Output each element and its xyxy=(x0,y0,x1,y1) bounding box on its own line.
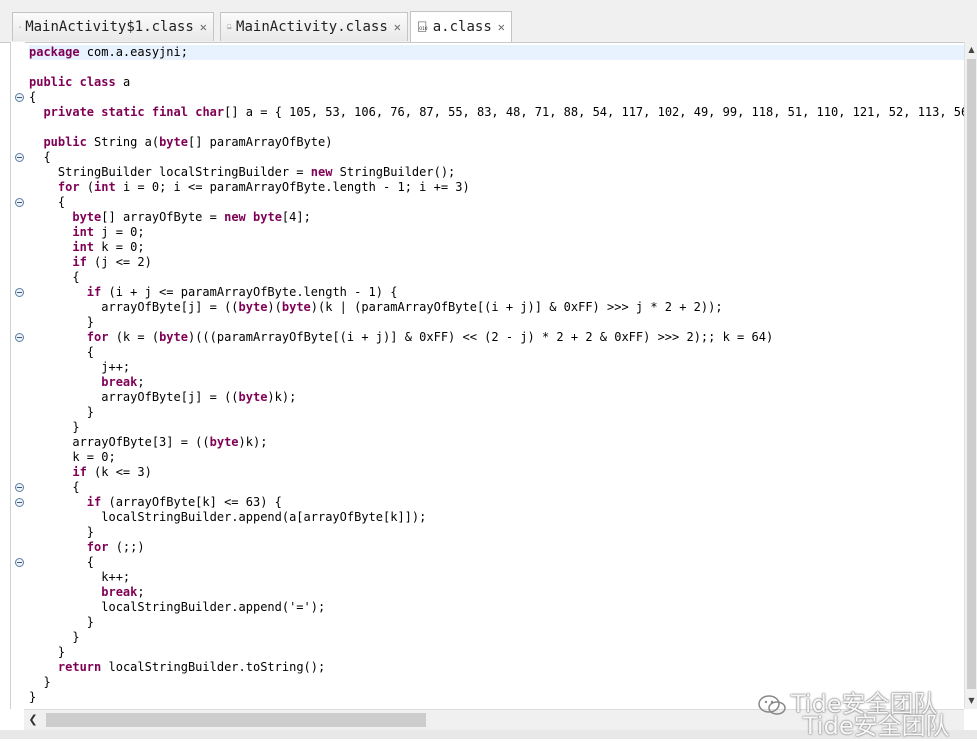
code-line[interactable]: for (k = (byte)(((paramArrayOfByte[(i + … xyxy=(29,330,965,345)
code-editor[interactable]: package com.a.easyjni; public class a{ p… xyxy=(10,42,965,709)
code-line[interactable]: localStringBuilder.append(a[arrayOfByte[… xyxy=(29,510,965,525)
scroll-left-icon[interactable]: ❮ xyxy=(24,710,42,730)
code-line[interactable]: arrayOfByte[j] = ((byte)k); xyxy=(29,390,965,405)
code-line[interactable]: } xyxy=(29,630,965,645)
code-line[interactable]: j++; xyxy=(29,360,965,375)
watermark: Tide安全团队 Tide安全团队 xyxy=(757,684,977,740)
code-line[interactable]: byte[] arrayOfByte = new byte[4]; xyxy=(29,210,965,225)
tab-label: MainActivity$1.class xyxy=(25,19,194,35)
svg-text:010: 010 xyxy=(419,26,428,32)
code-line[interactable]: break; xyxy=(29,585,965,600)
editor-tab-bar: 010 MainActivity$1.class ✕ 010 MainActiv… xyxy=(0,0,977,43)
close-icon[interactable]: ✕ xyxy=(498,20,505,34)
tab-mainactivity1-class[interactable]: 010 MainActivity$1.class ✕ xyxy=(12,12,214,41)
code-line[interactable]: if (arrayOfByte[k] <= 63) { xyxy=(29,495,965,510)
code-line[interactable]: { xyxy=(29,90,965,105)
tab-label: MainActivity.class xyxy=(236,19,388,35)
code-line[interactable]: if (k <= 3) xyxy=(29,465,965,480)
code-line[interactable]: { xyxy=(29,150,965,165)
code-line[interactable]: { xyxy=(29,270,965,285)
class-file-icon: 010 xyxy=(418,21,428,32)
svg-text:010: 010 xyxy=(228,27,232,29)
fold-ruler xyxy=(11,42,25,709)
class-file-icon: 010 xyxy=(227,24,232,29)
code-line[interactable]: } xyxy=(29,525,965,540)
fold-collapse-icon[interactable] xyxy=(15,483,24,492)
code-line[interactable]: { xyxy=(29,195,965,210)
fold-collapse-icon[interactable] xyxy=(15,198,24,207)
wechat-icon xyxy=(758,695,786,715)
watermark-line2: Tide安全团队 xyxy=(803,712,950,740)
class-file-icon: 010 xyxy=(19,25,21,29)
code-line[interactable]: public String a(byte[] paramArrayOfByte) xyxy=(29,135,965,150)
fold-collapse-icon[interactable] xyxy=(15,288,24,297)
code-line[interactable]: { xyxy=(29,555,965,570)
code-line[interactable]: public class a xyxy=(29,75,965,90)
fold-collapse-icon[interactable] xyxy=(15,558,24,567)
code-line[interactable]: } xyxy=(29,420,965,435)
fold-collapse-icon[interactable] xyxy=(15,93,24,102)
code-line[interactable]: for (;;) xyxy=(29,540,965,555)
close-icon[interactable]: ✕ xyxy=(200,20,207,34)
close-icon[interactable]: ✕ xyxy=(394,20,401,34)
code-line[interactable]: break; xyxy=(29,375,965,390)
tab-a-class[interactable]: 010 a.class ✕ xyxy=(410,11,512,42)
code-line[interactable]: private static final char[] a = { 105, 5… xyxy=(29,105,965,120)
fold-collapse-icon[interactable] xyxy=(15,498,24,507)
scroll-thumb[interactable] xyxy=(967,59,976,689)
scroll-thumb-horizontal[interactable] xyxy=(46,713,426,727)
code-line[interactable]: k = 0; xyxy=(29,450,965,465)
scroll-up-icon[interactable]: ▲ xyxy=(965,42,977,58)
fold-collapse-icon[interactable] xyxy=(15,333,24,342)
code-line[interactable]: if (j <= 2) xyxy=(29,255,965,270)
code-line[interactable]: } xyxy=(29,645,965,660)
code-line[interactable]: } xyxy=(29,315,965,330)
code-line[interactable]: int k = 0; xyxy=(29,240,965,255)
fold-collapse-icon[interactable] xyxy=(15,153,24,162)
code-line[interactable]: return localStringBuilder.toString(); xyxy=(29,660,965,675)
tab-mainactivity-class[interactable]: 010 MainActivity.class ✕ xyxy=(220,12,408,41)
code-line[interactable]: { xyxy=(29,480,965,495)
code-line[interactable]: package com.a.easyjni; xyxy=(29,45,965,60)
code-line[interactable]: } xyxy=(29,405,965,420)
code-line[interactable]: arrayOfByte[3] = ((byte)k); xyxy=(29,435,965,450)
code-line[interactable]: int j = 0; xyxy=(29,225,965,240)
code-line[interactable]: for (int i = 0; i <= paramArrayOfByte.le… xyxy=(29,180,965,195)
code-line[interactable]: if (i + j <= paramArrayOfByte.length - 1… xyxy=(29,285,965,300)
code-line[interactable]: { xyxy=(29,345,965,360)
vertical-scrollbar[interactable]: ▲ ▼ xyxy=(964,42,977,709)
code-line[interactable] xyxy=(29,60,965,75)
code-line[interactable] xyxy=(29,120,965,135)
tab-label: a.class xyxy=(432,19,492,35)
code-line[interactable]: StringBuilder localStringBuilder = new S… xyxy=(29,165,965,180)
code-line[interactable]: arrayOfByte[j] = ((byte)(byte)(k | (para… xyxy=(29,300,965,315)
code-line[interactable]: k++; xyxy=(29,570,965,585)
code-line[interactable]: } xyxy=(29,615,965,630)
code-area[interactable]: package com.a.easyjni; public class a{ p… xyxy=(29,45,965,705)
code-line[interactable]: localStringBuilder.append('='); xyxy=(29,600,965,615)
